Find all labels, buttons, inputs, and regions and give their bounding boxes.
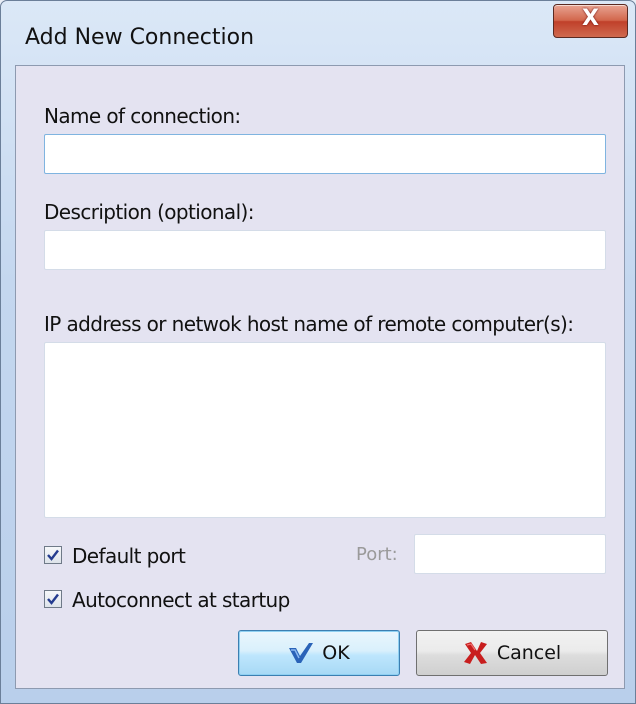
cross-icon [463,642,487,664]
window-title: Add New Connection [25,25,255,50]
cancel-button[interactable]: Cancel [416,630,608,676]
ok-button[interactable]: OK [238,630,400,676]
description-input[interactable] [44,230,606,270]
autoconnect-label[interactable]: Autoconnect at startup [72,588,290,612]
default-port-label[interactable]: Default port [72,544,186,568]
checkmark-icon [47,549,59,561]
host-label: IP address or netwok host name of remote… [44,312,574,336]
title-bar[interactable]: Add New Connection X [1,1,635,63]
close-icon: X [582,6,599,31]
cancel-label: Cancel [496,642,562,664]
dialog-window: Add New Connection X Name of connection:… [0,0,636,704]
close-button[interactable]: X [553,4,628,38]
dialog-body: Name of connection: Description (optiona… [15,65,625,689]
name-label: Name of connection: [44,104,241,128]
connection-name-input[interactable] [44,134,606,174]
checkmark-icon [47,593,59,605]
port-label: Port: [356,544,398,565]
default-port-checkbox[interactable] [44,546,62,564]
ok-label: OK [322,642,350,664]
port-input[interactable] [414,534,606,574]
host-input[interactable] [44,342,606,518]
checkmark-icon [289,643,314,663]
description-label: Description (optional): [44,200,254,224]
autoconnect-checkbox[interactable] [44,590,62,608]
